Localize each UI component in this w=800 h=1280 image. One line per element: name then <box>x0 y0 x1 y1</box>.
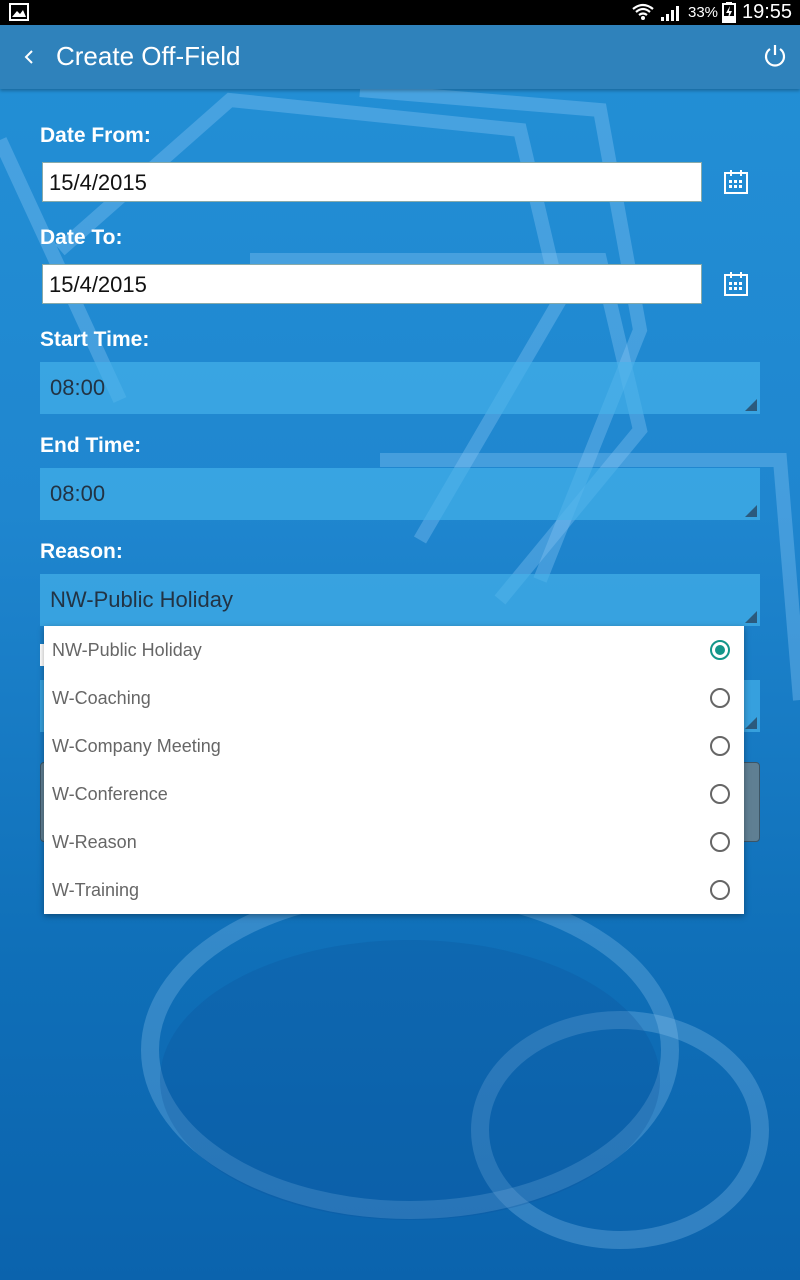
start-time-label: Start Time: <box>40 328 150 351</box>
radio-unselected-icon[interactable] <box>710 688 730 708</box>
dropdown-option[interactable]: W-Training <box>44 866 744 914</box>
calendar-icon[interactable] <box>722 168 750 196</box>
radio-unselected-icon[interactable] <box>710 736 730 756</box>
app-bar: Create Off-Field <box>0 25 800 89</box>
date-from-field[interactable]: 15/4/2015 <box>42 162 702 202</box>
dropdown-option[interactable]: W-Coaching <box>44 674 744 722</box>
reason-label: Reason: <box>40 540 123 563</box>
reason-spinner[interactable]: NW-Public Holiday <box>40 574 760 626</box>
signal-icon <box>661 6 679 21</box>
option-label: NW-Public Holiday <box>52 640 202 660</box>
option-label: W-Coaching <box>52 688 151 708</box>
wifi-icon <box>632 3 654 20</box>
option-label: W-Company Meeting <box>52 736 221 756</box>
dropdown-option[interactable]: W-Reason <box>44 818 744 866</box>
end-time-value: 08:00 <box>50 481 106 506</box>
power-icon[interactable] <box>762 43 788 69</box>
dropdown-option[interactable]: W-Company Meeting <box>44 722 744 770</box>
option-label: W-Training <box>52 880 140 900</box>
option-label: W-Conference <box>52 784 168 804</box>
start-time-value: 08:00 <box>50 375 106 400</box>
radio-selected-icon[interactable] <box>710 640 730 660</box>
end-time-label: End Time: <box>40 434 142 457</box>
radio-unselected-icon[interactable] <box>710 784 730 804</box>
dropdown-arrow-icon <box>745 717 757 729</box>
battery-charging-icon <box>722 2 736 23</box>
option-label: W-Reason <box>52 832 137 852</box>
start-time-spinner[interactable]: 08:00 <box>40 362 760 414</box>
battery-percent: 33% <box>688 4 719 21</box>
status-clock: 19:55 <box>742 1 793 23</box>
radio-unselected-icon[interactable] <box>710 832 730 852</box>
dropdown-arrow-icon <box>745 505 757 517</box>
dropdown-option[interactable]: NW-Public Holiday <box>44 626 744 674</box>
status-bar: 33% 19:55 <box>0 0 800 25</box>
dropdown-arrow-icon <box>745 611 757 623</box>
gallery-icon <box>9 3 29 21</box>
calendar-icon[interactable] <box>722 270 750 298</box>
date-to-label: Date To: <box>40 226 123 249</box>
chevron-left-icon[interactable] <box>20 43 40 71</box>
end-time-spinner[interactable]: 08:00 <box>40 468 760 520</box>
reason-dropdown-list: NW-Public Holiday W-Coaching W-Company M… <box>44 626 744 914</box>
page-title: Create Off-Field <box>56 41 241 71</box>
date-to-field[interactable]: 15/4/2015 <box>42 264 702 304</box>
reason-value: NW-Public Holiday <box>50 587 233 612</box>
radio-unselected-icon[interactable] <box>710 880 730 900</box>
date-from-label: Date From: <box>40 124 151 147</box>
dropdown-arrow-icon <box>745 399 757 411</box>
dropdown-option[interactable]: W-Conference <box>44 770 744 818</box>
